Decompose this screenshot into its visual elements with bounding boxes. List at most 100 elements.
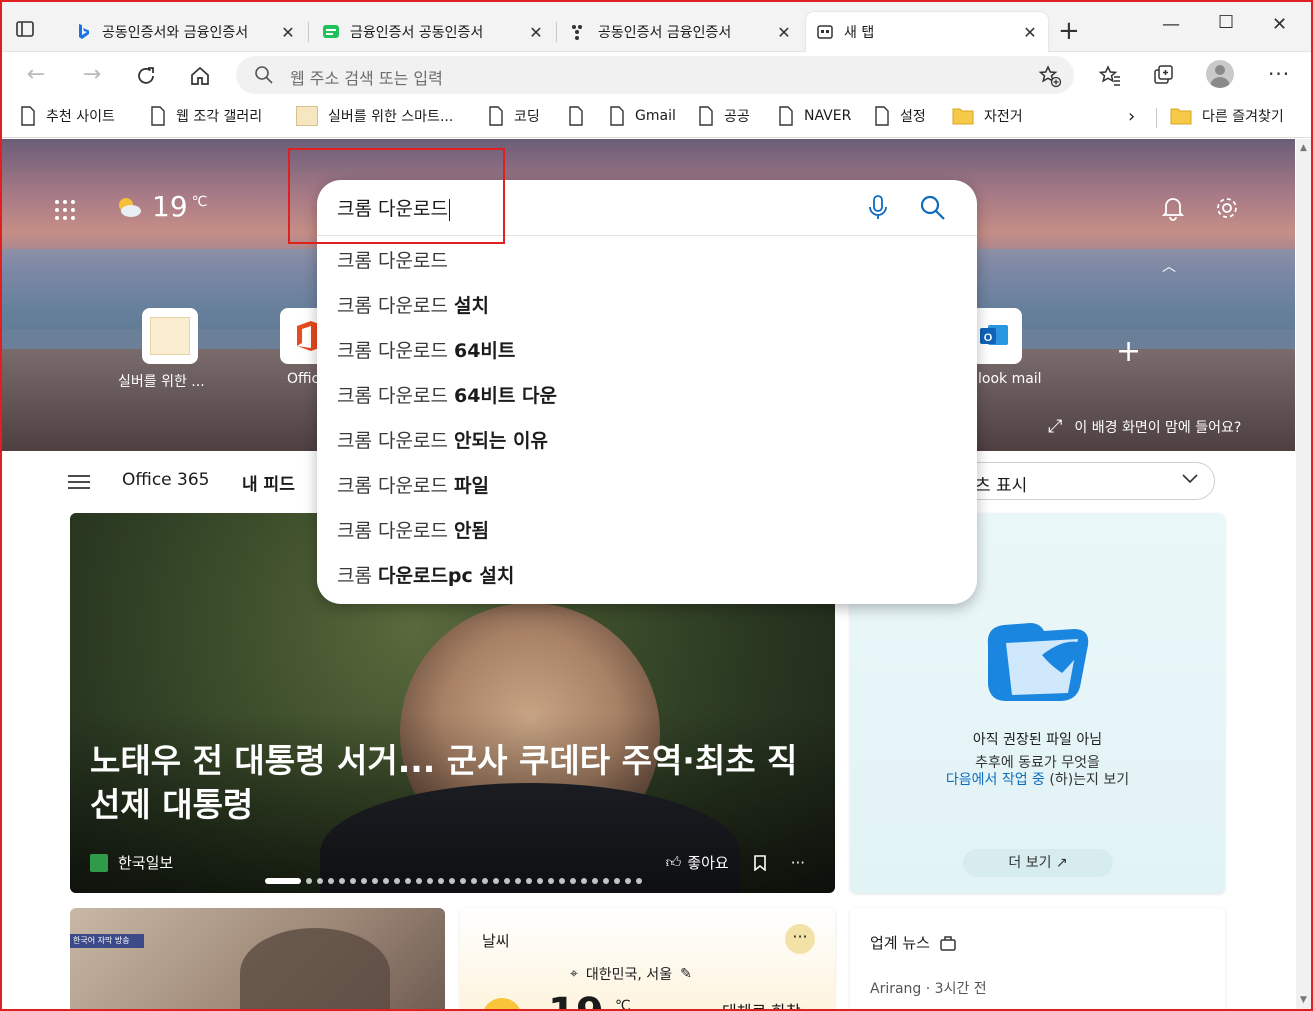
carousel-dot[interactable] xyxy=(405,878,411,884)
favorite-folder[interactable]: 자전거 xyxy=(952,106,1023,126)
story-headline[interactable]: 노태우 전 대통령 서거... 군사 쿠데타 주역·최초 직선제 대통령 xyxy=(90,739,820,827)
favorite-item[interactable]: 코딩 xyxy=(488,106,540,126)
carousel-dot[interactable] xyxy=(625,878,631,884)
favorites-icon[interactable] xyxy=(1098,64,1122,88)
scroll-down-icon[interactable]: ▼ xyxy=(1300,995,1307,1005)
app-launcher-icon[interactable] xyxy=(54,199,76,221)
like-button[interactable]: 👍︎ 좋아요 xyxy=(666,852,729,873)
menu-hamburger-icon[interactable] xyxy=(68,474,90,490)
suggestion-item[interactable]: 크롬 다운로드 안되는 이유 xyxy=(337,426,548,453)
tab-new-tab[interactable]: 새 탭 ✕ xyxy=(806,12,1048,52)
content-visibility-dropdown[interactable]: 츠 표시 xyxy=(940,462,1215,500)
suggestion-item[interactable]: 크롬 다운로드 설치 xyxy=(337,291,489,318)
tab-2[interactable]: 금융인증서 공동인증서 ✕ xyxy=(312,12,554,52)
forward-icon[interactable]: → xyxy=(80,64,104,88)
tab-1[interactable]: 공동인증서와 금융인증서 ✕ xyxy=(66,12,306,52)
tab-3[interactable]: 공동인증서 금융인증서 ✕ xyxy=(560,12,802,52)
carousel-dot[interactable] xyxy=(427,878,433,884)
suggestion-item[interactable]: 크롬 다운로드 xyxy=(337,246,448,273)
weather-widget[interactable]: 19 ℃ xyxy=(114,190,207,223)
carousel-dot[interactable] xyxy=(614,878,620,884)
window-close-icon[interactable]: ✕ xyxy=(1272,14,1287,35)
carousel-dot[interactable] xyxy=(438,878,444,884)
feed-tab-office365[interactable]: Office 365 xyxy=(122,470,209,490)
carousel-dot[interactable] xyxy=(493,878,499,884)
industry-news-card[interactable]: 업계 뉴스 Arirang · 3시간 전 xyxy=(850,908,1225,1011)
favorite-item[interactable]: 실버를 위한 스마트... xyxy=(296,106,453,126)
suggestion-item[interactable]: 크롬 다운로드 안됨 xyxy=(337,516,489,543)
weather-location[interactable]: ⌖ 대한민국, 서울 ✎ xyxy=(570,964,692,984)
favorites-overflow-chevron-icon[interactable]: › xyxy=(1128,106,1135,127)
carousel-dot[interactable] xyxy=(603,878,609,884)
favorite-item[interactable]: 공공 xyxy=(698,106,750,126)
add-quick-link-icon[interactable]: + xyxy=(1116,337,1141,367)
carousel-dot[interactable] xyxy=(471,878,477,884)
add-favorite-icon[interactable] xyxy=(1038,64,1062,88)
favorite-item[interactable]: 추천 사이트 xyxy=(20,106,115,126)
notifications-bell-icon[interactable] xyxy=(1160,195,1186,221)
favorite-item[interactable]: 설정 xyxy=(874,106,926,126)
carousel-dot[interactable] xyxy=(317,878,323,884)
minimize-icon[interactable]: — xyxy=(1162,14,1180,35)
close-tab-icon[interactable]: ✕ xyxy=(1022,23,1038,42)
bookmark-icon[interactable] xyxy=(753,854,767,871)
back-icon[interactable]: ← xyxy=(24,64,48,88)
carousel-dot[interactable] xyxy=(460,878,466,884)
carousel-dot[interactable] xyxy=(537,878,543,884)
background-feedback[interactable]: ⤢ 이 배경 화면이 맘에 들어요? xyxy=(1048,416,1241,437)
carousel-dot[interactable] xyxy=(350,878,356,884)
home-icon[interactable] xyxy=(188,64,212,88)
new-tab-button[interactable]: + xyxy=(1058,18,1080,44)
carousel-dot[interactable] xyxy=(570,878,576,884)
video-thumbnail-card[interactable]: 한국어 자막 방송 xyxy=(70,908,445,1011)
carousel-indicators[interactable] xyxy=(265,878,642,884)
carousel-dot[interactable] xyxy=(306,878,312,884)
suggestion-item[interactable]: 크롬 다운로드 64비트 다운 xyxy=(337,381,557,408)
carousel-dot[interactable] xyxy=(394,878,400,884)
suggestion-item[interactable]: 크롬 다운로드 64비트 xyxy=(337,336,515,363)
maximize-icon[interactable]: ☐ xyxy=(1218,12,1234,33)
search-submit-icon[interactable] xyxy=(919,194,947,222)
more-options-icon[interactable]: ··· xyxy=(1268,62,1290,86)
suggestion-item[interactable]: 크롬 다운로드 파일 xyxy=(337,471,489,498)
carousel-dot[interactable] xyxy=(515,878,521,884)
favorite-item[interactable]: 웹 조각 갤러리 xyxy=(150,106,262,126)
tab-actions-icon[interactable] xyxy=(14,18,36,40)
more-options-icon[interactable]: ··· xyxy=(791,854,805,872)
profile-avatar[interactable] xyxy=(1206,60,1234,88)
carousel-dot[interactable] xyxy=(581,878,587,884)
working-on-link[interactable]: 다음에서 작업 중 xyxy=(946,772,1045,788)
page-settings-gear-icon[interactable] xyxy=(1214,195,1240,221)
address-bar[interactable]: 웹 주소 검색 또는 입력 xyxy=(236,56,1074,94)
edit-pencil-icon[interactable]: ✎ xyxy=(680,966,692,982)
collections-icon[interactable] xyxy=(1152,64,1176,88)
close-tab-icon[interactable]: ✕ xyxy=(528,23,544,42)
carousel-dot[interactable] xyxy=(416,878,422,884)
scroll-up-icon[interactable]: ▲ xyxy=(1300,143,1307,153)
carousel-dot[interactable] xyxy=(504,878,510,884)
see-more-button[interactable]: 더 보기 ↗ xyxy=(963,849,1113,877)
carousel-dot[interactable] xyxy=(482,878,488,884)
carousel-dot[interactable] xyxy=(548,878,554,884)
weather-card-more-icon[interactable]: ··· xyxy=(785,924,815,954)
carousel-dot[interactable] xyxy=(361,878,367,884)
carousel-dot[interactable] xyxy=(592,878,598,884)
page-scrollbar[interactable]: ▲ ▼ xyxy=(1296,139,1313,1009)
carousel-dot[interactable] xyxy=(526,878,532,884)
favorite-item[interactable]: NAVER xyxy=(778,106,851,126)
favorite-item[interactable]: Gmail xyxy=(609,106,676,126)
carousel-dot[interactable] xyxy=(328,878,334,884)
carousel-dot[interactable] xyxy=(636,878,642,884)
favorite-item[interactable] xyxy=(568,106,584,126)
close-tab-icon[interactable]: ✕ xyxy=(280,23,296,42)
quick-link-tile[interactable] xyxy=(142,308,198,364)
weather-card[interactable]: 날씨 ··· ⌖ 대한민국, 서울 ✎ 19 ℃ 대체로 화창 xyxy=(460,908,835,1011)
carousel-dot[interactable] xyxy=(383,878,389,884)
microphone-icon[interactable] xyxy=(867,194,889,222)
refresh-icon[interactable] xyxy=(134,64,158,88)
carousel-dot[interactable] xyxy=(559,878,565,884)
carousel-dot[interactable] xyxy=(372,878,378,884)
carousel-dot-active[interactable] xyxy=(265,878,301,884)
collapse-chevron-up-icon[interactable]: ︿ xyxy=(1162,256,1176,276)
carousel-dot[interactable] xyxy=(339,878,345,884)
